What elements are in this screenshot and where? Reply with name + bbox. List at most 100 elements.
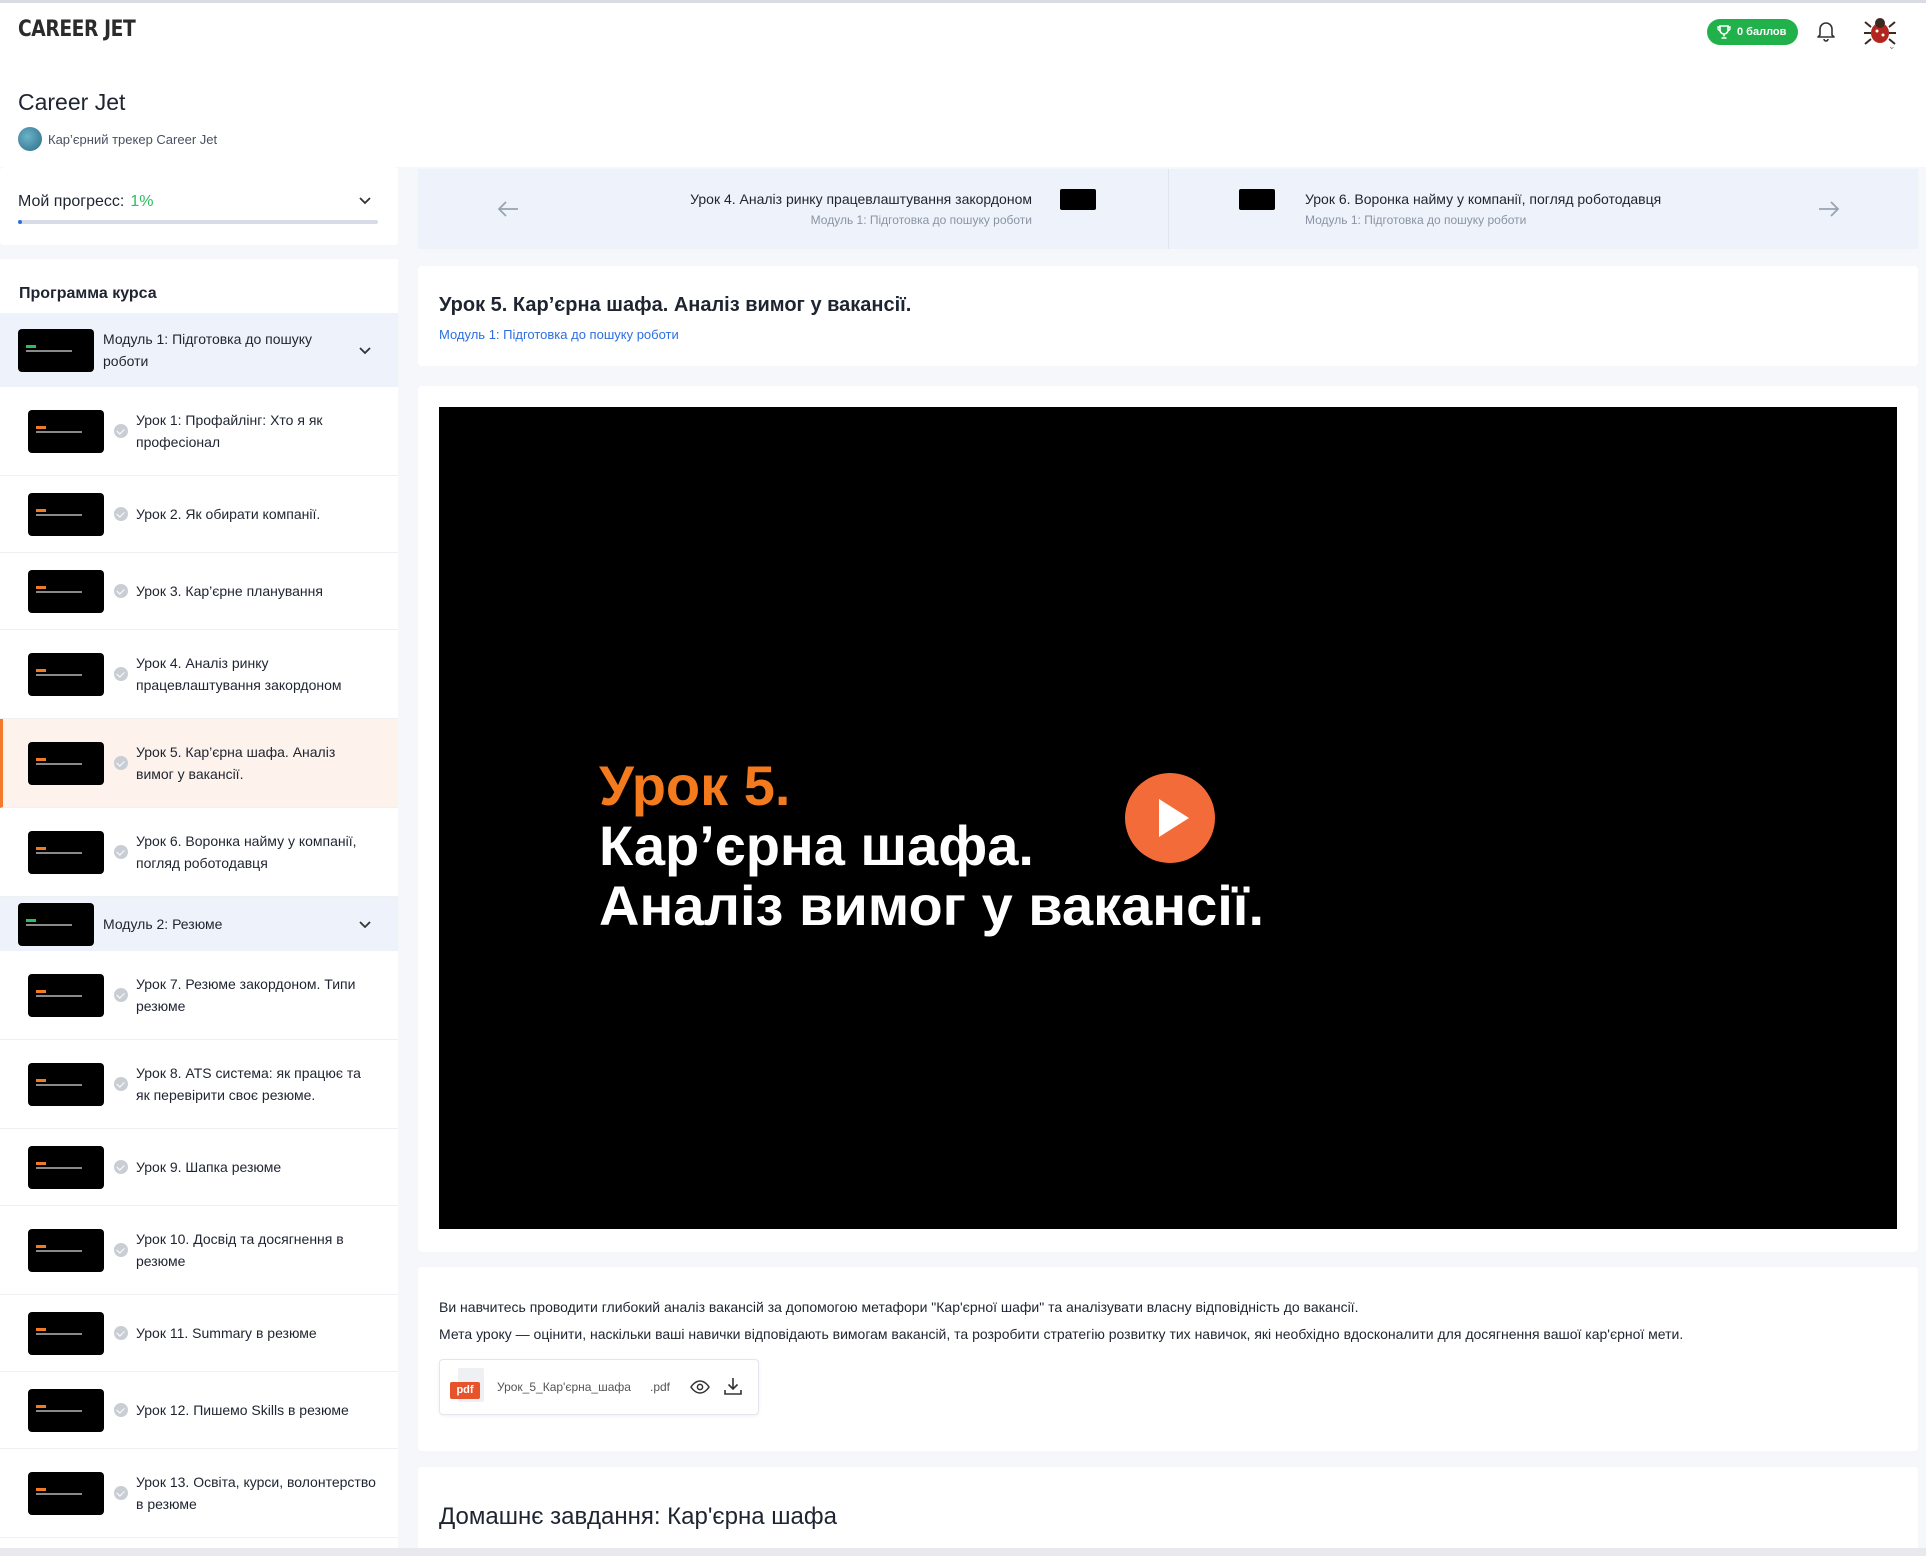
lesson-thumbnail	[28, 492, 104, 536]
program-list: Модуль 1: Підготовка до пошуку роботи Ур…	[0, 313, 398, 1538]
lesson-item-8[interactable]: Урок 8. ATS система: як працює та як пер…	[0, 1040, 398, 1129]
lesson-thumbnail	[28, 652, 104, 696]
lesson-title: Урок 1: Профайлінг: Хто я як професіонал	[136, 412, 323, 450]
homework-card: Домашнє завдання: Кар'єрна шафа	[418, 1467, 1918, 1556]
lesson-title: Урок 13. Освіта, курси, волонтерство в р…	[136, 1474, 376, 1512]
chevron-down-icon[interactable]	[356, 915, 374, 933]
lesson-item-4[interactable]: Урок 4. Аналіз ринку працевлаштування за…	[0, 630, 398, 719]
lesson-title: Урок 8. ATS система: як працює та як пер…	[136, 1065, 361, 1103]
program-title: Программа курса	[19, 285, 157, 302]
video-title-line-3: Аналіз вимог у вакансії.	[599, 874, 1265, 937]
points-label: 0 баллов	[1737, 26, 1787, 38]
homework-title: Домашнє завдання: Кар'єрна шафа	[439, 1503, 837, 1530]
lesson-navigation: Урок 4. Аналіз ринку працевлаштування за…	[418, 169, 1918, 249]
bell-icon[interactable]	[1815, 19, 1837, 43]
lesson-thumbnail	[28, 1228, 104, 1272]
lesson-thumbnail	[28, 830, 104, 874]
module-thumbnail	[18, 902, 94, 946]
lesson-item-2[interactable]: Урок 2. Як обирати компанії.	[0, 476, 398, 553]
arrow-right-icon[interactable]	[1817, 199, 1841, 219]
lesson-title: Урок 7. Резюме закордоном. Типи резюме	[136, 976, 356, 1014]
attachment-file[interactable]: pdf Урок_5_Кар'єрна_шафа .pdf	[439, 1359, 759, 1415]
video-title-line-2: Кар’єрна шафа.	[599, 814, 1034, 877]
course-program: Программа курса Модуль 1: Підготовка до …	[0, 259, 398, 1556]
lesson-title: Урок 3. Кар’єрне планування	[136, 583, 323, 599]
lesson-title: Урок 2. Як обирати компанії.	[136, 506, 321, 522]
description-line-2: Мета уроку — оцінити, наскільки ваші нав…	[439, 1326, 1684, 1342]
prev-lesson-module: Модуль 1: Підготовка до пошуку роботи	[810, 213, 1032, 227]
check-icon	[114, 1486, 128, 1500]
progress-label: Мой прогресс: 1%	[18, 193, 153, 211]
lesson-thumbnail	[28, 409, 104, 453]
lesson-title: Урок 5. Кар’єрна шафа. Аналіз вимог у ва…	[439, 294, 912, 316]
file-extension: .pdf	[650, 1380, 671, 1394]
check-icon	[114, 584, 128, 598]
lesson-item-9[interactable]: Урок 9. Шапка резюме	[0, 1129, 398, 1206]
next-lesson-module: Модуль 1: Підготовка до пошуку роботи	[1305, 213, 1527, 227]
download-icon[interactable]	[723, 1376, 743, 1396]
chevron-down-icon[interactable]	[356, 191, 374, 209]
play-button[interactable]	[1125, 773, 1215, 863]
lesson-title: Урок 12. Пишемо Skills в резюме	[136, 1402, 349, 1418]
lesson-thumbnail	[28, 741, 104, 785]
arrow-left-icon[interactable]	[496, 199, 520, 219]
file-name: Урок_5_Кар'єрна_шафа	[497, 1380, 631, 1394]
tracker-icon	[18, 127, 42, 151]
progress-label-text: Мой прогресс:	[18, 193, 125, 210]
lesson-title: Урок 9. Шапка резюме	[136, 1159, 282, 1175]
course-header: Career Jet Кар’єрний трекер Career Jet	[0, 59, 1926, 167]
lesson-item-5-active[interactable]: Урок 5. Кар’єрна шафа. Аналіз вимог у ва…	[0, 719, 398, 808]
lesson-thumbnail	[28, 973, 104, 1017]
lesson-module-link[interactable]: Модуль 1: Підготовка до пошуку роботи	[439, 327, 679, 342]
bottom-border	[0, 1548, 1926, 1556]
next-lesson-link[interactable]: Урок 6. Воронка найму у компанії, погляд…	[1168, 169, 1918, 249]
check-icon	[114, 988, 128, 1002]
next-lesson-title: Урок 6. Воронка найму у компанії, погляд…	[1305, 191, 1662, 207]
lesson-item-1[interactable]: Урок 1: Профайлінг: Хто я як професіонал	[0, 387, 398, 476]
check-icon	[114, 1077, 128, 1091]
course-subtitle-text: Кар’єрний трекер Career Jet	[48, 131, 218, 147]
chevron-down-icon[interactable]: ⌄	[1888, 41, 1896, 52]
prev-lesson-link[interactable]: Урок 4. Аналіз ринку працевлаштування за…	[418, 169, 1168, 249]
chevron-down-icon[interactable]	[356, 341, 374, 359]
lesson-item-3[interactable]: Урок 3. Кар’єрне планування	[0, 553, 398, 630]
lesson-thumbnail	[28, 1471, 104, 1515]
lesson-thumbnail	[28, 1311, 104, 1355]
lesson-item-6[interactable]: Урок 6. Воронка найму у компанії, погляд…	[0, 808, 398, 897]
eye-icon[interactable]	[690, 1377, 710, 1397]
lesson-title: Урок 4. Аналіз ринку працевлаштування за…	[136, 655, 342, 693]
video-player[interactable]: Урок 5. Кар’єрна шафа. Аналіз вимог у ва…	[439, 407, 1897, 1229]
check-icon	[114, 1243, 128, 1257]
check-icon	[114, 845, 128, 859]
progress-card[interactable]: Мой прогресс: 1%	[0, 167, 398, 245]
logo[interactable]: CAREER JET	[18, 17, 136, 42]
lesson-item-12[interactable]: Урок 12. Пишемо Skills в резюме	[0, 1372, 398, 1449]
lesson-title: Урок 5. Кар’єрна шафа. Аналіз вимог у ва…	[136, 744, 336, 782]
prev-lesson-title: Урок 4. Аналіз ринку працевлаштування за…	[690, 191, 1032, 207]
lesson-thumbnail	[28, 1062, 104, 1106]
progress-percent: 1%	[130, 193, 154, 210]
points-badge[interactable]: 0 баллов	[1707, 19, 1799, 45]
check-icon	[114, 424, 128, 438]
video-title-line-1: Урок 5.	[599, 754, 791, 817]
lesson-header-card: Урок 5. Кар’єрна шафа. Аналіз вимог у ва…	[418, 266, 1918, 366]
lesson-title: Урок 11. Summary в резюме	[136, 1325, 317, 1341]
course-title: Career Jet	[18, 89, 126, 115]
video-card: Урок 5. Кар’єрна шафа. Аналіз вимог у ва…	[418, 386, 1918, 1252]
top-header: CAREER JET 0 баллов ⌄	[0, 3, 1926, 59]
pdf-icon: pdf	[450, 1368, 488, 1406]
course-subtitle[interactable]: Кар’єрний трекер Career Jet	[18, 127, 217, 151]
trophy-icon	[1717, 25, 1731, 39]
module-item-1[interactable]: Модуль 1: Підготовка до пошуку роботи	[0, 313, 398, 387]
lesson-item-7[interactable]: Урок 7. Резюме закордоном. Типи резюме	[0, 951, 398, 1040]
lesson-item-10[interactable]: Урок 10. Досвід та досягнення в резюме	[0, 1206, 398, 1295]
progress-bar-fill	[18, 220, 22, 224]
description-line-1: Ви навчитесь проводити глибокий аналіз в…	[439, 1299, 1359, 1315]
check-icon	[114, 1160, 128, 1174]
lesson-item-11[interactable]: Урок 11. Summary в резюме	[0, 1295, 398, 1372]
check-icon	[114, 507, 128, 521]
module-item-2[interactable]: Модуль 2: Резюме	[0, 897, 398, 951]
lesson-thumbnail	[28, 1388, 104, 1432]
module-thumbnail	[18, 328, 94, 372]
lesson-item-13[interactable]: Урок 13. Освіта, курси, волонтерство в р…	[0, 1449, 398, 1538]
